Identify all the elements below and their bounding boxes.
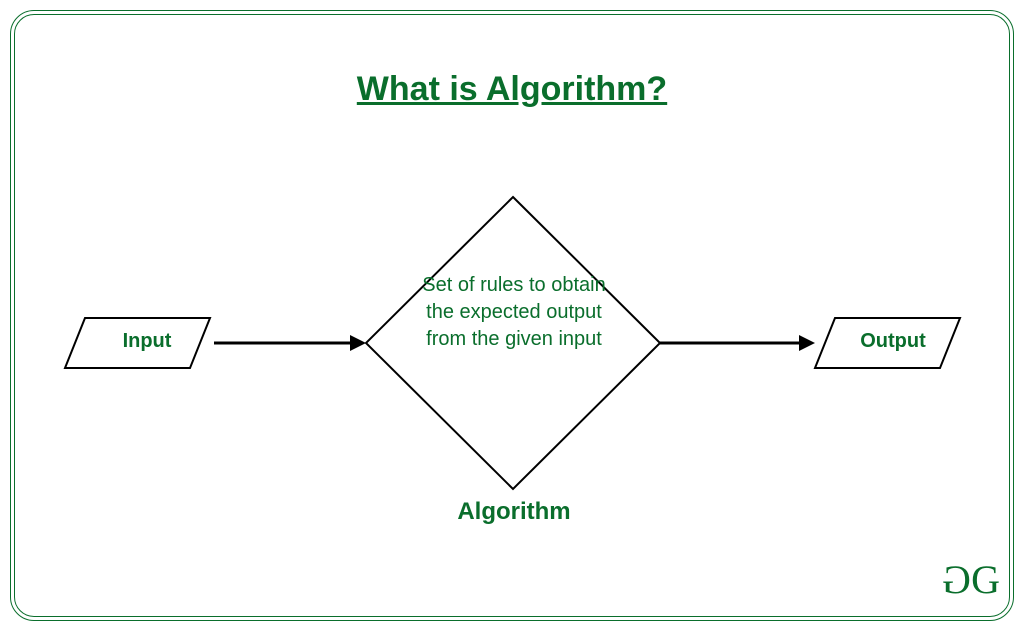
brand-logo: GG xyxy=(946,556,996,603)
logo-right-glyph: G xyxy=(971,557,996,602)
process-description: Set of rules to obtain the expected outp… xyxy=(420,272,608,353)
process-caption: Algorithm xyxy=(420,498,608,526)
output-label: Output xyxy=(838,330,948,353)
logo-left-glyph: G xyxy=(946,556,971,603)
input-label: Input xyxy=(92,330,202,353)
diagram-title: What is Algorithm? xyxy=(0,70,1024,109)
